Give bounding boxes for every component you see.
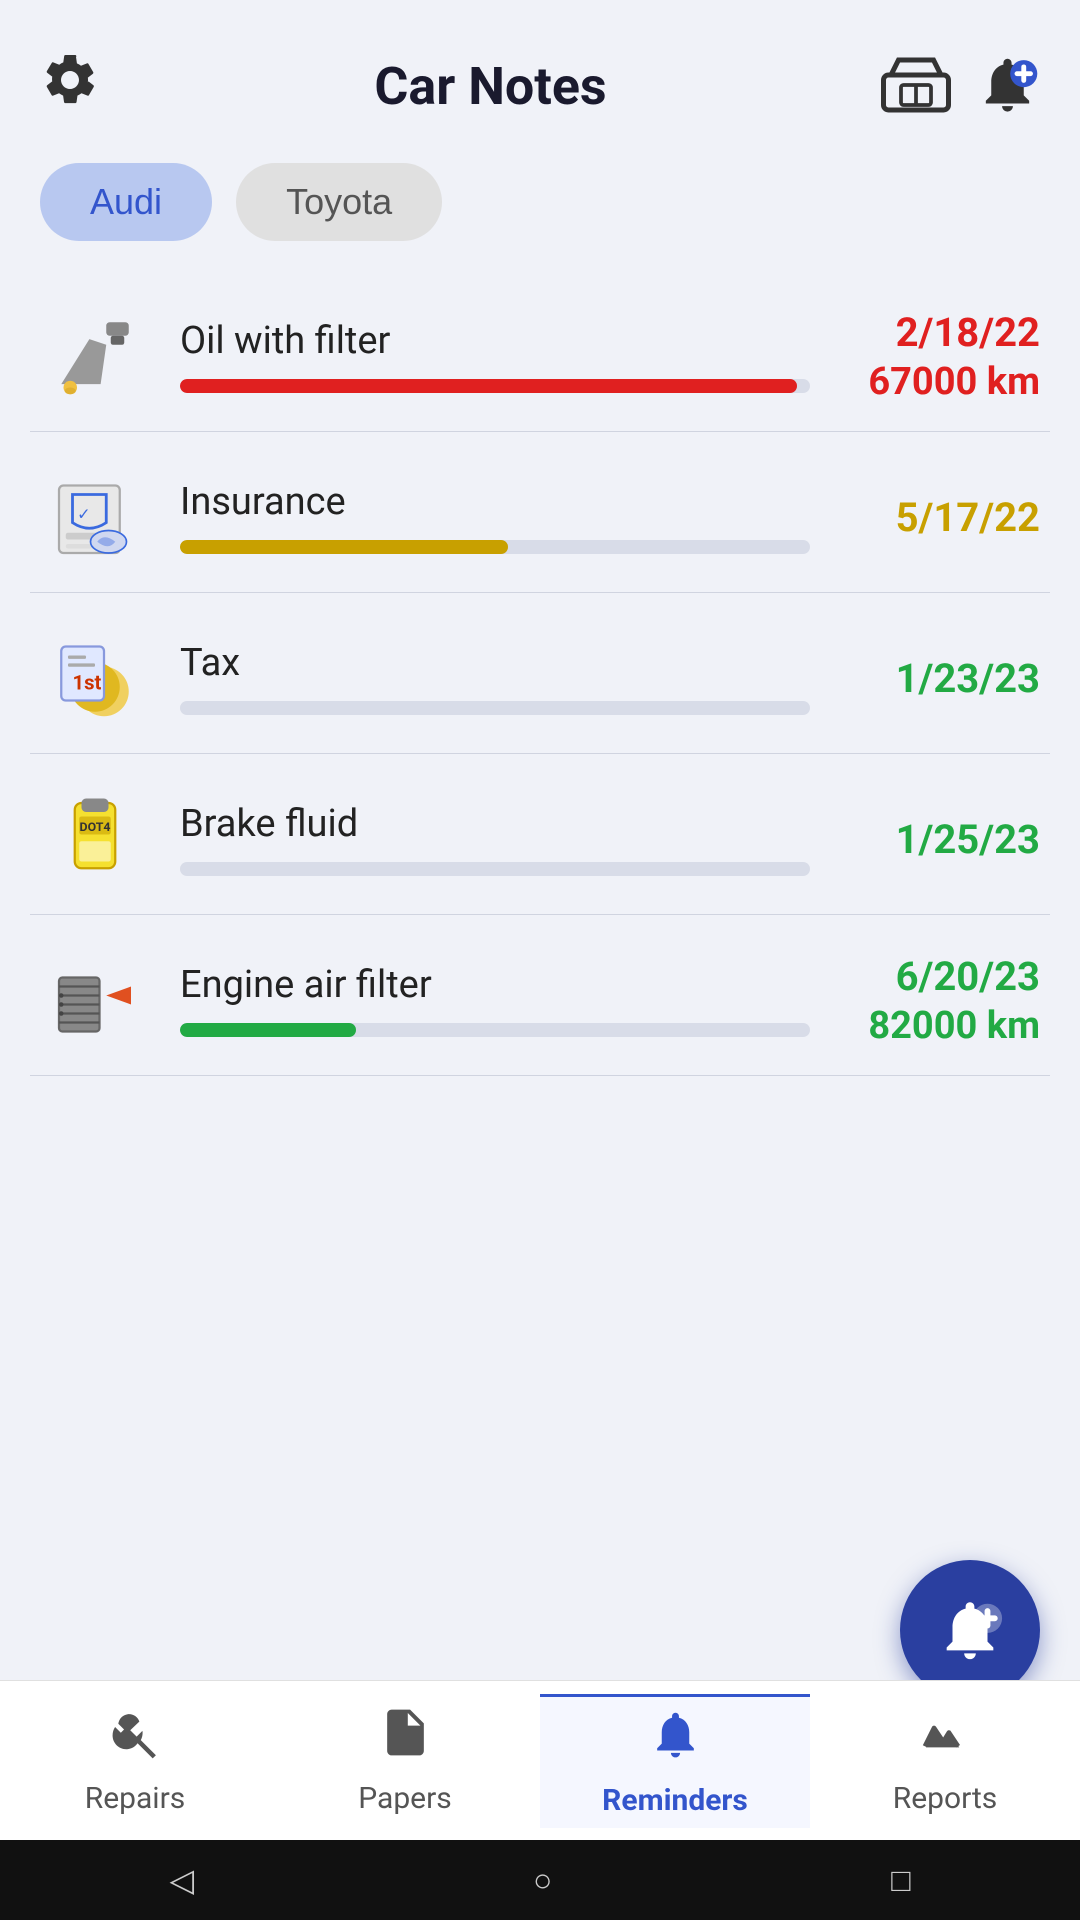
reminder-date-oil: 2/18/2267000 km — [840, 309, 1040, 404]
nav-papers[interactable]: Papers — [270, 1695, 540, 1826]
reminder-date-insurance: 5/17/22 — [840, 494, 1040, 541]
bottom-nav: Repairs Papers Reminders Reports — [0, 1680, 1080, 1840]
progress-bar-tax — [180, 701, 810, 715]
recent-button[interactable]: □ — [891, 1861, 910, 1899]
brake-fluid-icon: DOT4 — [40, 784, 150, 894]
reminder-item-engine-air-filter[interactable]: Engine air filter 6/20/2382000 km — [30, 915, 1050, 1076]
repairs-label: Repairs — [85, 1781, 186, 1816]
engine-air-filter-icon — [40, 945, 150, 1055]
reminder-content-tax: Tax — [180, 641, 810, 715]
reminder-name-brake-fluid: Brake fluid — [180, 802, 810, 846]
nav-repairs[interactable]: Repairs — [0, 1695, 270, 1826]
progress-bar-insurance — [180, 540, 810, 554]
car-tabs: Audi Toyota — [0, 143, 1080, 271]
settings-icon[interactable] — [40, 50, 100, 123]
reminder-date-tax: 1/23/23 — [840, 655, 1040, 702]
insurance-icon: ✓ — [40, 462, 150, 572]
reminder-content-brake-fluid: Brake fluid — [180, 802, 810, 876]
add-notification-icon[interactable] — [975, 52, 1040, 121]
svg-text:1st: 1st — [73, 670, 102, 694]
reminder-name-oil: Oil with filter — [180, 319, 810, 363]
reminder-content-engine-air-filter: Engine air filter — [180, 963, 810, 1037]
reminder-item-tax[interactable]: $ 1st Tax 1/23/23 — [30, 593, 1050, 754]
nav-reports[interactable]: Reports — [810, 1695, 1080, 1826]
progress-bar-engine-air-filter — [180, 1023, 810, 1037]
garage-icon[interactable] — [881, 55, 951, 119]
papers-icon — [378, 1705, 433, 1773]
reminder-content-insurance: Insurance — [180, 480, 810, 554]
home-button[interactable]: ○ — [533, 1861, 552, 1899]
reports-icon — [918, 1705, 973, 1773]
reports-label: Reports — [893, 1781, 998, 1816]
reminders-icon — [648, 1707, 703, 1775]
nav-reminders[interactable]: Reminders — [540, 1694, 810, 1828]
reminder-item-insurance[interactable]: ✓ Insurance 5/17/22 — [30, 432, 1050, 593]
header-actions — [881, 52, 1040, 121]
tab-toyota[interactable]: Toyota — [236, 163, 442, 241]
reminder-name-insurance: Insurance — [180, 480, 810, 524]
progress-bar-brake-fluid — [180, 862, 810, 876]
reminder-content-oil: Oil with filter — [180, 319, 810, 393]
back-button[interactable]: ◁ — [169, 1861, 194, 1899]
tab-audi[interactable]: Audi — [40, 163, 212, 241]
reminder-item-brake-fluid[interactable]: DOT4 Brake fluid 1/25/23 — [30, 754, 1050, 915]
reminder-date-engine-air-filter: 6/20/2382000 km — [840, 953, 1040, 1048]
reminders-list: Oil with filter 2/18/2267000 km ✓ Insuran… — [0, 271, 1080, 1076]
reminder-name-tax: Tax — [180, 641, 810, 685]
svg-text:✓: ✓ — [77, 504, 90, 523]
progress-bar-oil — [180, 379, 810, 393]
reminders-label: Reminders — [602, 1783, 748, 1818]
reminder-name-engine-air-filter: Engine air filter — [180, 963, 810, 1007]
app-title: Car Notes — [100, 56, 881, 117]
papers-label: Papers — [358, 1781, 452, 1816]
header: Car Notes — [0, 0, 1080, 143]
tax-icon: $ 1st — [40, 623, 150, 733]
add-reminder-fab[interactable] — [900, 1560, 1040, 1700]
svg-text:DOT4: DOT4 — [80, 821, 111, 835]
android-navbar: ◁ ○ □ — [0, 1840, 1080, 1920]
reminder-item-oil[interactable]: Oil with filter 2/18/2267000 km — [30, 271, 1050, 432]
oil-icon — [40, 301, 150, 411]
repairs-icon — [108, 1705, 163, 1773]
reminder-date-brake-fluid: 1/25/23 — [840, 816, 1040, 863]
